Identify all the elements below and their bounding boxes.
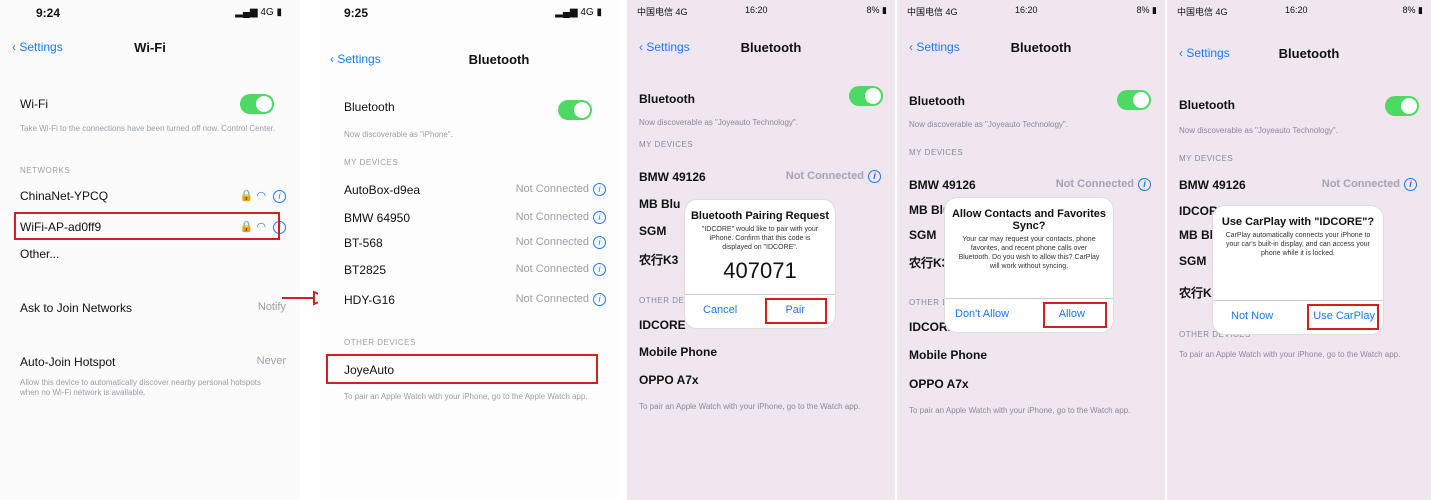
info-icon: i	[593, 293, 606, 306]
status-bar: 9:25 ▂▄▆ 4G ▮	[318, 0, 620, 26]
my-devices-header: MY DEVICES	[344, 158, 399, 167]
bluetooth-toggle[interactable]	[849, 86, 883, 106]
watch-note: To pair an Apple Watch with your iPhone,…	[639, 402, 861, 411]
bluetooth-settings-screen: 9:25 ▂▄▆ 4G ▮ ‹ Settings Bluetooth Bluet…	[318, 0, 620, 500]
nav-bar: ‹ Settings Bluetooth	[318, 48, 620, 78]
back-button[interactable]: ‹ Settings	[330, 52, 381, 66]
dialog-body: Your car may request your contacts, phon…	[958, 236, 1100, 270]
watch-note: To pair an Apple Watch with your iPhone,…	[1179, 350, 1401, 359]
tutorial-strip: 9:24 ▂▄▆ 4G ▮ ‹ Settings Wi-Fi Wi-Fi Tak…	[0, 0, 1431, 500]
discoverable-note: Now discoverable as "iPhone".	[344, 130, 453, 139]
highlight-box	[1307, 304, 1379, 330]
info-icon: i	[868, 170, 881, 183]
my-devices-header: MY DEVICES	[639, 140, 694, 149]
wifi-toggle[interactable]	[240, 94, 274, 114]
dont-allow-button[interactable]: Don't Allow	[955, 308, 1009, 320]
contacts-sync-dialog: Allow Contacts and Favorites Sync? Your …	[945, 198, 1113, 332]
page-title: Bluetooth	[468, 52, 530, 67]
wifi-note: Take Wi-Fi to the connections have been …	[20, 124, 276, 133]
info-icon: i	[1138, 178, 1151, 191]
highlight-box	[14, 212, 280, 240]
page-title: Bluetooth	[1278, 46, 1340, 61]
watch-note: To pair an Apple Watch with your iPhone,…	[909, 406, 1131, 415]
info-icon: i	[593, 263, 606, 276]
other-devices-header: OTHER DEVICES	[344, 338, 416, 347]
status-time: 9:25	[344, 6, 369, 20]
pairing-code: 407071	[723, 258, 797, 283]
dialog-body: "IDCORE" would like to pair with your iP…	[701, 226, 819, 251]
wifi-settings-screen: 9:24 ▂▄▆ 4G ▮ ‹ Settings Wi-Fi Wi-Fi Tak…	[0, 0, 300, 500]
auto-join-note: Allow this device to automatically disco…	[20, 378, 262, 397]
status-time: 9:24	[36, 6, 61, 20]
status-bar: 中国电信 4G 16:20 8% ▮	[907, 5, 1157, 17]
nav-bar: ‹ Settings Bluetooth	[627, 36, 895, 66]
page-title: Wi-Fi	[134, 40, 166, 55]
my-devices-header: MY DEVICES	[909, 148, 964, 157]
discoverable-note: Now discoverable as "Joyeauto Technology…	[1179, 126, 1338, 135]
highlight-box	[765, 298, 827, 324]
watch-note: To pair an Apple Watch with your iPhone,…	[344, 392, 588, 401]
highlight-box	[1043, 302, 1107, 328]
cancel-button[interactable]: Cancel	[703, 304, 737, 316]
page-title: Bluetooth	[740, 40, 802, 55]
dialog-title: Allow Contacts and Favorites Sync?	[951, 208, 1107, 232]
not-now-button[interactable]: Not Now	[1231, 310, 1273, 322]
nav-bar: ‹ Settings Bluetooth	[897, 36, 1165, 66]
pairing-dialog: Bluetooth Pairing Request "IDCORE" would…	[685, 200, 835, 328]
info-icon: i	[593, 183, 606, 196]
lock-wifi-info-icons: 🔒 ︎◠ i	[240, 189, 286, 203]
dialog-title: Bluetooth Pairing Request	[690, 210, 830, 222]
discoverable-note: Now discoverable as "Joyeauto Technology…	[909, 120, 1068, 129]
my-devices-header: MY DEVICES	[1179, 154, 1234, 163]
discoverable-note: Now discoverable as "Joyeauto Technology…	[639, 118, 798, 127]
bluetooth-toggle[interactable]	[1117, 90, 1151, 110]
carplay-screen: 中国电信 4G 16:20 8% ▮ ‹ Settings Bluetooth …	[1167, 0, 1431, 500]
networks-header: NETWORKS	[20, 166, 71, 175]
dialog-title: Use CarPlay with "IDCORE"?	[1221, 216, 1375, 228]
carplay-dialog: Use CarPlay with "IDCORE"? CarPlay autom…	[1213, 206, 1383, 334]
contacts-sync-screen: 中国电信 4G 16:20 8% ▮ ‹ Settings Bluetooth …	[897, 0, 1165, 500]
info-icon: i	[1404, 178, 1417, 191]
page-title: Bluetooth	[1010, 40, 1072, 55]
status-bar: 中国电信 4G 16:20 8% ▮	[637, 5, 887, 17]
info-icon: i	[593, 211, 606, 224]
info-icon: i	[593, 236, 606, 249]
pairing-request-screen: 中国电信 4G 16:20 8% ▮ ‹ Settings Bluetooth …	[627, 0, 895, 500]
nav-bar: ‹ Settings Bluetooth	[1167, 42, 1431, 72]
dialog-body: CarPlay automatically connects your iPho…	[1225, 232, 1371, 257]
status-bar: 9:24 ▂▄▆ 4G ▮	[0, 0, 300, 26]
status-bar: 中国电信 4G 16:20 8% ▮	[1177, 5, 1423, 17]
signal-indicator: ▂▄▆ 4G ▮	[555, 7, 602, 18]
signal-indicator: ▂▄▆ 4G ▮	[235, 7, 282, 18]
highlight-box	[326, 354, 598, 384]
bluetooth-toggle[interactable]	[558, 100, 592, 120]
bluetooth-toggle[interactable]	[1385, 96, 1419, 116]
nav-bar: ‹ Settings Wi-Fi	[0, 36, 300, 66]
